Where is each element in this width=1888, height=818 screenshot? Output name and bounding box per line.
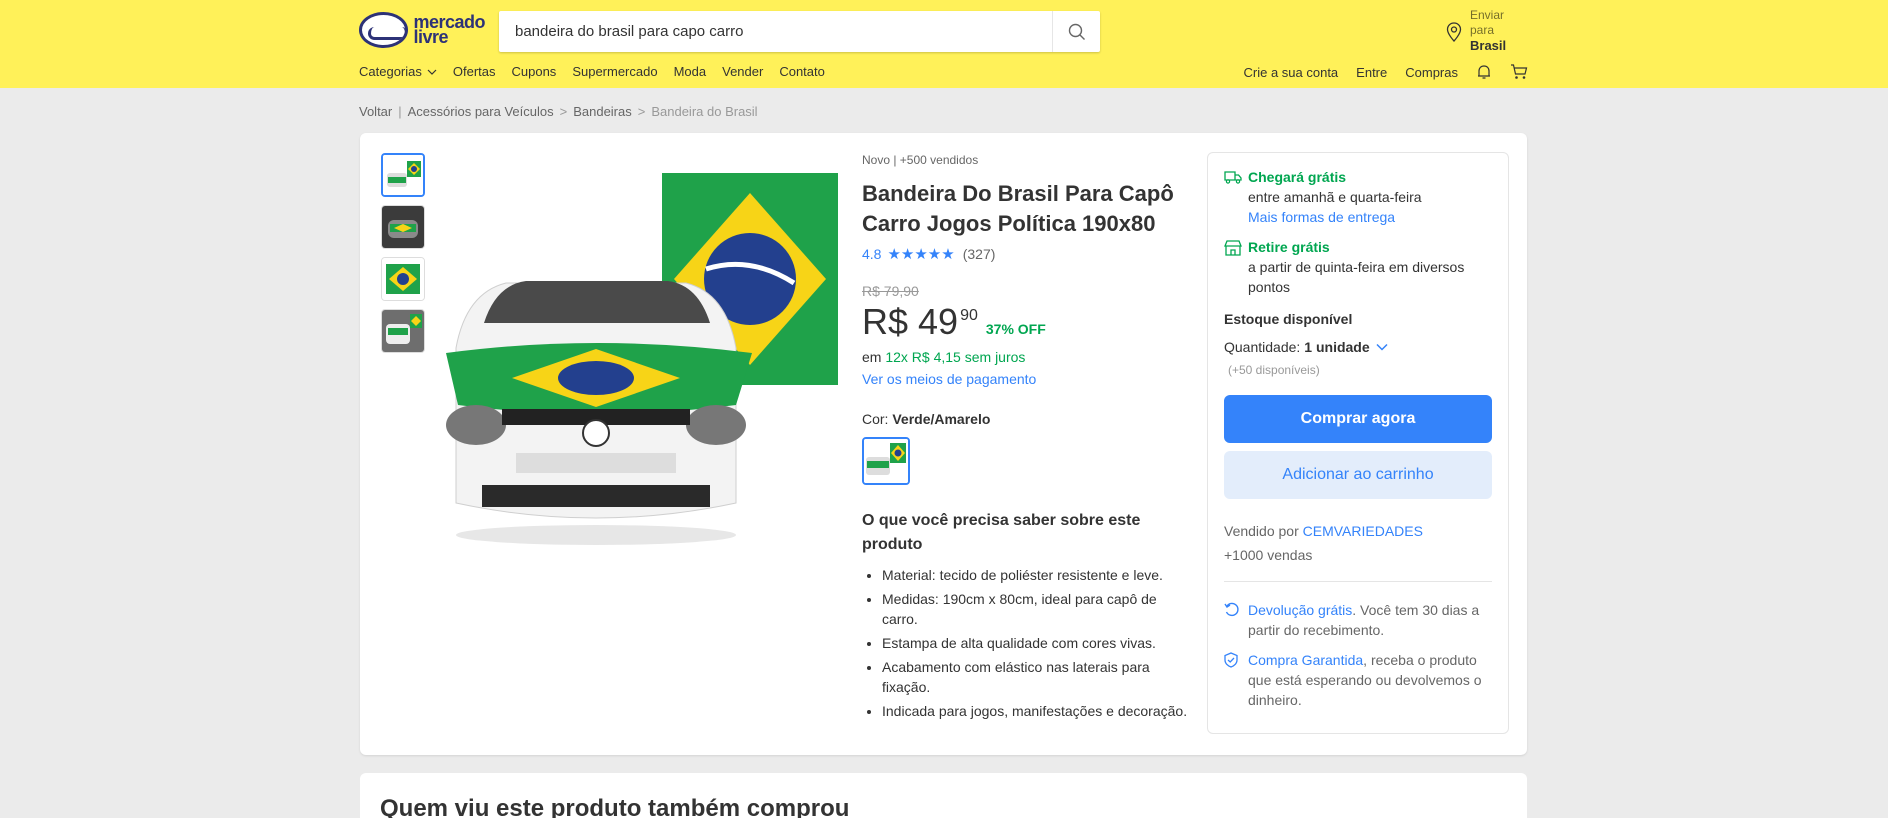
breadcrumb-item[interactable]: Bandeiras <box>573 104 632 119</box>
return-icon <box>1224 602 1239 617</box>
store-icon <box>1224 240 1242 256</box>
location-name: Brasil <box>1470 38 1507 53</box>
product-info: Novo | +500 vendidos Bandeira Do Brasil … <box>862 153 1192 725</box>
nav-purchases[interactable]: Compras <box>1405 65 1458 80</box>
cart-icon[interactable] <box>1510 64 1528 80</box>
seller-sales: +1000 vendas <box>1224 547 1313 563</box>
color-selector: Cor: Verde/Amarelo <box>862 411 991 427</box>
price-row: R$ 49 90 37% OFF <box>862 301 1192 343</box>
search-button[interactable] <box>1052 11 1100 52</box>
shipping-info: Chegará grátis entre amanhã e quarta-fei… <box>1224 169 1492 225</box>
mercado-livre-logo[interactable]: mercado livre <box>359 12 485 48</box>
return-policy: Devolução grátis. Você tem 30 dias a par… <box>1224 600 1492 640</box>
rating[interactable]: 4.8 ★★★★★ (327) <box>862 245 1192 263</box>
shipping-estimate: entre amanhã e quarta-feira <box>1248 189 1422 205</box>
search-icon <box>1068 23 1085 40</box>
nav-login[interactable]: Entre <box>1356 65 1387 80</box>
review-count: (327) <box>962 246 996 262</box>
add-to-cart-button[interactable]: Adicionar ao carrinho <box>1224 451 1492 499</box>
old-price: R$ 79,90 <box>862 283 919 299</box>
seller-info: Vendido por CEMVARIEDADES <box>1224 523 1423 539</box>
breadcrumb-back[interactable]: Voltar <box>359 104 392 119</box>
stock-label: Estoque disponível <box>1224 311 1353 327</box>
features-list: Material: tecido de poliéster resistente… <box>862 565 1192 721</box>
breadcrumb: Voltar | Acessórios para Veículos > Band… <box>359 104 758 119</box>
thumbnail[interactable] <box>381 257 425 301</box>
feature-item: Estampa de alta qualidade com cores viva… <box>882 633 1192 653</box>
nav-categorias[interactable]: Categorias <box>359 64 437 79</box>
nav-ofertas[interactable]: Ofertas <box>453 64 496 79</box>
related-products-title: Quem viu este produto também comprou <box>380 795 850 818</box>
available-quantity: (+50 disponíveis) <box>1228 363 1320 377</box>
logo-line-2: livre <box>413 27 448 47</box>
nav-supermercado[interactable]: Supermercado <box>572 64 657 79</box>
bell-icon[interactable] <box>1476 64 1492 80</box>
more-delivery-link[interactable]: Mais formas de entrega <box>1248 209 1422 225</box>
main-nav: Categorias Ofertas Cupons Supermercado M… <box>359 64 841 79</box>
chevron-down-icon <box>1376 343 1388 351</box>
feature-item: Indicada para jogos, manifestações e dec… <box>882 701 1192 721</box>
color-value: Verde/Amarelo <box>892 411 991 427</box>
thumbnail[interactable] <box>381 309 425 353</box>
location-pin-icon <box>1446 22 1462 42</box>
nav-contato[interactable]: Contato <box>779 64 825 79</box>
quantity-value: 1 unidade <box>1304 339 1370 355</box>
breadcrumb-item[interactable]: Acessórios para Veículos <box>408 104 554 119</box>
payment-methods-link[interactable]: Ver os meios de pagamento <box>862 371 1192 387</box>
pickup-estimate: a partir de quinta-feira em diversos pon… <box>1248 259 1465 295</box>
current-price: R$ 49 <box>862 301 959 342</box>
product-main-image[interactable] <box>436 173 840 553</box>
header: mercado livre Enviar para Brasil Categor… <box>0 0 1888 88</box>
divider <box>1224 581 1492 582</box>
seller-link[interactable]: CEMVARIEDADES <box>1303 523 1423 539</box>
nav-moda[interactable]: Moda <box>674 64 707 79</box>
thumbnail-list <box>381 153 425 361</box>
color-swatch[interactable] <box>862 437 910 485</box>
truck-icon <box>1224 171 1242 184</box>
star-icons: ★★★★★ <box>887 246 955 263</box>
para-label: para <box>1470 23 1495 37</box>
breadcrumb-current: Bandeira do Brasil <box>651 104 758 119</box>
pickup-title: Retire grátis <box>1248 239 1330 255</box>
discount-badge: 37% OFF <box>985 321 1046 337</box>
user-nav: Crie a sua conta Entre Compras <box>1226 64 1529 80</box>
delivery-location[interactable]: Enviar para Brasil <box>1446 8 1506 53</box>
thumbnail[interactable] <box>381 153 425 197</box>
buy-box: Chegará grátis entre amanhã e quarta-fei… <box>1207 152 1509 734</box>
feature-item: Material: tecido de poliéster resistente… <box>882 565 1192 585</box>
shield-check-icon <box>1224 652 1238 668</box>
search-input[interactable] <box>499 11 1052 52</box>
condition-sales: Novo | +500 vendidos <box>862 153 979 167</box>
guarantee-policy: Compra Garantida, receba o produto que e… <box>1224 650 1492 710</box>
installments: em 12x R$ 4,15 sem juros <box>862 349 1026 365</box>
enviar-label: Enviar <box>1470 8 1505 22</box>
chevron-down-icon <box>427 69 437 75</box>
pickup-info: Retire grátis a partir de quinta-feira e… <box>1224 239 1492 297</box>
features-title: O que você precisa saber sobre este prod… <box>862 512 1141 553</box>
thumbnail[interactable] <box>381 205 425 249</box>
related-products-section: Quem viu este produto também comprou <box>360 773 1527 818</box>
free-shipping-title: Chegará grátis <box>1248 169 1347 185</box>
nav-create-account[interactable]: Crie a sua conta <box>1244 65 1339 80</box>
feature-item: Medidas: 190cm x 80cm, ideal para capô d… <box>882 589 1192 629</box>
purchase-guarantee-link[interactable]: Compra Garantida <box>1248 652 1363 668</box>
nav-cupons[interactable]: Cupons <box>512 64 557 79</box>
feature-item: Acabamento com elástico nas laterais par… <box>882 657 1192 697</box>
quantity-selector[interactable]: Quantidade: 1 unidade <box>1224 339 1492 355</box>
buy-now-button[interactable]: Comprar agora <box>1224 395 1492 443</box>
product-card: Novo | +500 vendidos Bandeira Do Brasil … <box>360 133 1527 755</box>
handshake-icon <box>359 12 409 48</box>
rating-score: 4.8 <box>862 246 882 262</box>
price-cents: 90 <box>960 307 978 324</box>
search-bar <box>499 11 1100 52</box>
nav-vender[interactable]: Vender <box>722 64 763 79</box>
free-return-link[interactable]: Devolução grátis <box>1248 602 1352 618</box>
product-title: Bandeira Do Brasil Para Capô Carro Jogos… <box>862 181 1174 236</box>
